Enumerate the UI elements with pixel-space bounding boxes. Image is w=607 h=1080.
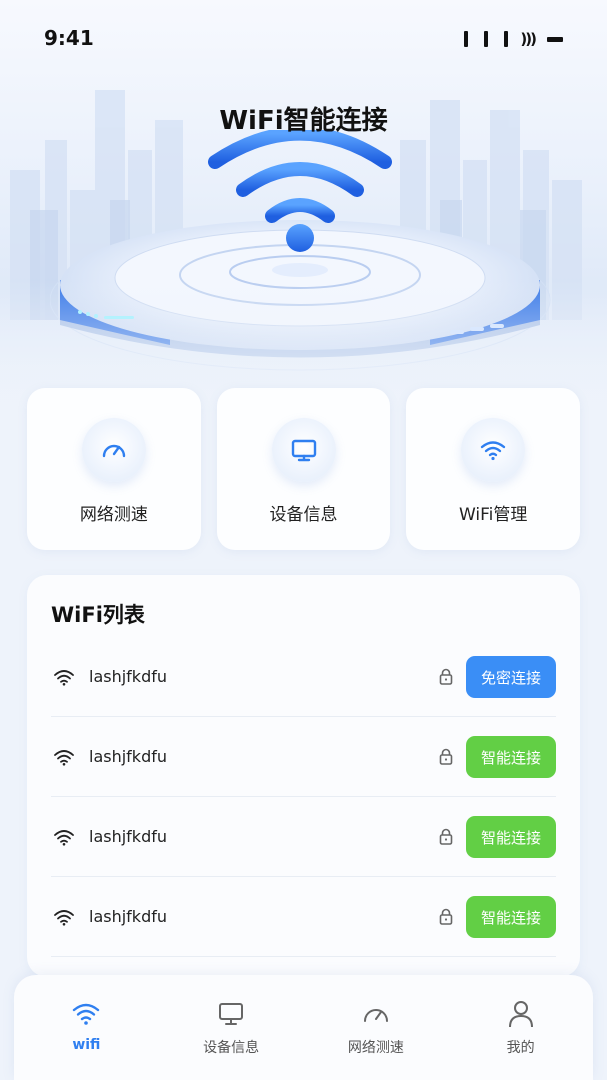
nav-item-device-info[interactable]: 设备信息 bbox=[159, 975, 304, 1080]
quick-action-device-info[interactable]: 设备信息 bbox=[216, 388, 391, 550]
lock-icon bbox=[439, 748, 453, 765]
wifi-list-item: lashjfkdfu 免密连接 bbox=[51, 637, 556, 717]
nav-label: wifi bbox=[72, 1037, 101, 1053]
wifi-icon bbox=[54, 749, 74, 766]
quick-action-wifi-manage[interactable]: WiFi管理 bbox=[406, 388, 581, 550]
wifi-ssid: lashjfkdfu bbox=[89, 907, 167, 926]
signal-bar-icon bbox=[504, 31, 509, 47]
wifi-icon bbox=[54, 669, 74, 686]
wifi-icon bbox=[54, 909, 74, 926]
speedometer-icon bbox=[81, 418, 146, 482]
hero-banner bbox=[0, 0, 607, 420]
quick-action-speed-test[interactable]: 网络测速 bbox=[27, 388, 201, 550]
wifi-list-item: lashjfkdfu 智能连接 bbox=[51, 717, 556, 797]
wifi-ssid: lashjfkdfu bbox=[89, 747, 167, 766]
system-icons: ))) bbox=[464, 30, 563, 48]
quick-action-label: 设备信息 bbox=[269, 505, 338, 525]
lock-icon bbox=[439, 828, 453, 845]
smart-connect-button[interactable]: 智能连接 bbox=[466, 736, 556, 778]
wifi-list: lashjfkdfu 免密连接 lashjfkdfu 智能连接 lashjfkd… bbox=[51, 637, 556, 957]
wifi-list-card: WiFi列表 lashjfkdfu 免密连接 lashjfkdfu 智能连接 l… bbox=[27, 575, 580, 977]
smart-connect-button[interactable]: 智能连接 bbox=[466, 896, 556, 938]
password-free-connect-button[interactable]: 免密连接 bbox=[466, 656, 556, 698]
wifi-signal-icon: ))) bbox=[520, 30, 537, 48]
wifi-list-item: lashjfkdfu 智能连接 bbox=[51, 797, 556, 877]
monitor-icon bbox=[271, 418, 336, 482]
wifi-ssid: lashjfkdfu bbox=[89, 827, 167, 846]
nav-label: 网络测速 bbox=[347, 1040, 404, 1056]
quick-actions: 网络测速 设备信息 WiFi管理 bbox=[27, 388, 581, 550]
signal-bar-icon bbox=[484, 31, 489, 47]
nav-item-speed-test[interactable]: 网络测速 bbox=[304, 975, 449, 1080]
nav-label: 我的 bbox=[506, 1040, 535, 1056]
nav-item-wifi[interactable]: wifi bbox=[14, 975, 159, 1080]
wifi-ssid: lashjfkdfu bbox=[89, 667, 167, 686]
status-bar: 9:41 ))) bbox=[0, 24, 607, 54]
wifi-icon bbox=[54, 829, 74, 846]
lock-icon bbox=[439, 908, 453, 925]
quick-action-label: WiFi管理 bbox=[458, 505, 528, 525]
lock-icon bbox=[439, 668, 453, 685]
monitor-icon bbox=[216, 999, 246, 1029]
smart-connect-button[interactable]: 智能连接 bbox=[466, 816, 556, 858]
wifi-list-title: WiFi列表 bbox=[51, 603, 145, 627]
wifi-icon bbox=[71, 999, 101, 1029]
nav-item-profile[interactable]: 我的 bbox=[448, 975, 593, 1080]
quick-action-label: 网络测速 bbox=[79, 505, 148, 525]
nav-label: 设备信息 bbox=[203, 1040, 260, 1056]
signal-bar-icon bbox=[464, 31, 469, 47]
wifi-icon bbox=[461, 418, 526, 482]
wifi-list-item: lashjfkdfu 智能连接 bbox=[51, 877, 556, 957]
status-time: 9:41 bbox=[44, 26, 94, 50]
user-icon bbox=[506, 999, 536, 1029]
speedometer-icon bbox=[361, 999, 391, 1029]
app-title: WiFi智能连接 bbox=[219, 106, 388, 136]
bottom-nav: wifi 设备信息 网络测速 我的 bbox=[14, 975, 593, 1080]
battery-icon bbox=[547, 36, 563, 42]
